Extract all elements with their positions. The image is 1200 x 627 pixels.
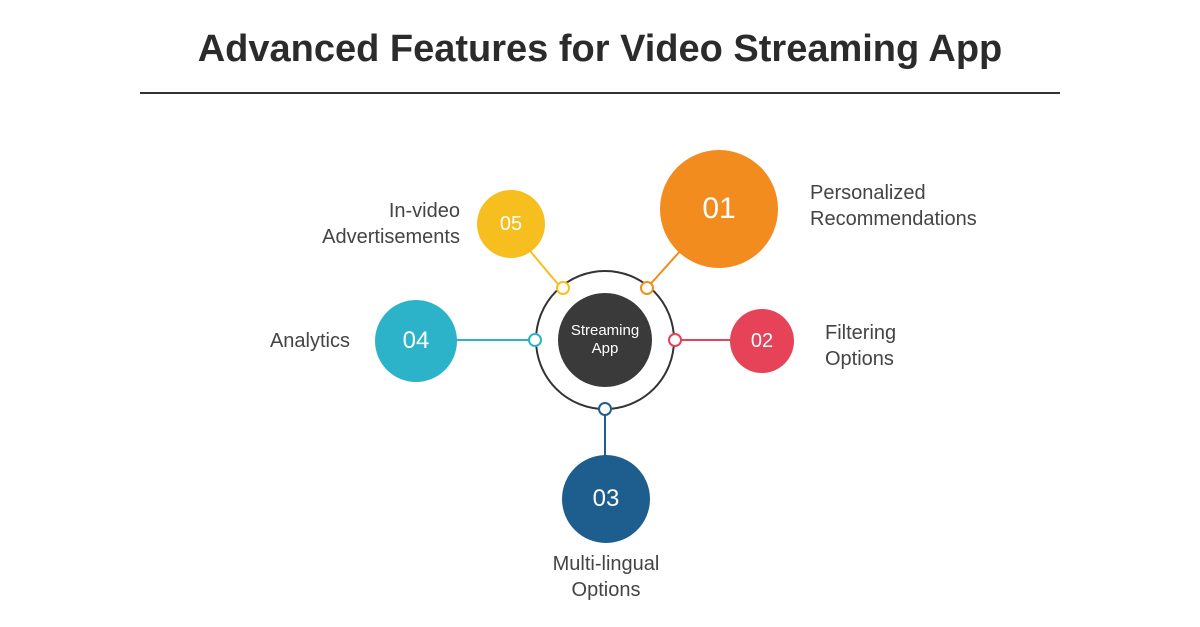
ring-dot-02 — [668, 333, 682, 347]
hub-label: Streaming App — [571, 322, 639, 358]
bubble-01: 01 — [660, 150, 778, 268]
bubble-04: 04 — [375, 300, 457, 382]
bubble-02-num: 02 — [751, 330, 773, 353]
bubble-02: 02 — [730, 309, 794, 373]
title-divider — [140, 92, 1060, 94]
label-05: In-video Advertisements — [270, 198, 460, 250]
label-04: Analytics — [200, 328, 350, 354]
connector-04 — [455, 339, 537, 341]
bubble-05-num: 05 — [500, 213, 522, 236]
bubble-03: 03 — [562, 455, 650, 543]
bubble-04-num: 04 — [403, 327, 430, 355]
label-01: Personalized Recommendations — [810, 180, 977, 232]
label-03: Multi-lingual Options — [500, 551, 712, 603]
bubble-01-num: 01 — [702, 192, 735, 226]
diagram-canvas: Advanced Features for Video Streaming Ap… — [0, 0, 1200, 627]
label-02: Filtering Options — [825, 320, 896, 372]
ring-dot-05 — [556, 281, 570, 295]
hub-center: Streaming App — [558, 293, 652, 387]
page-title: Advanced Features for Video Streaming Ap… — [0, 28, 1200, 71]
ring-dot-01 — [640, 281, 654, 295]
ring-dot-04 — [528, 333, 542, 347]
ring-dot-03 — [598, 402, 612, 416]
bubble-05: 05 — [477, 190, 545, 258]
bubble-03-num: 03 — [593, 485, 620, 513]
